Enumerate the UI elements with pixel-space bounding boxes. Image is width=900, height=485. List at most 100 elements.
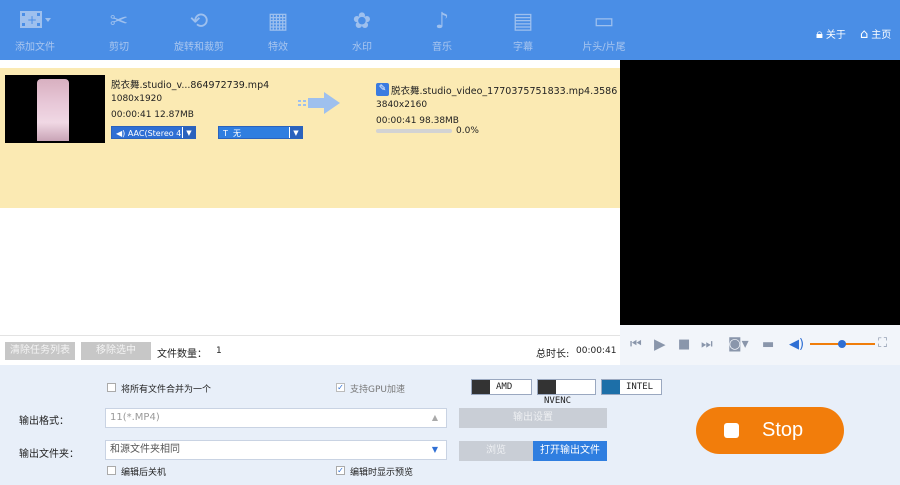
shutdown-after-label: 编辑后关机 — [121, 468, 167, 478]
subtitle-button[interactable]: ▤ 字幕 — [488, 8, 558, 58]
output-resolution: 3840x2160 — [376, 100, 428, 110]
stop-label: Stop — [762, 419, 804, 441]
effects-icon: ▦ — [267, 9, 289, 34]
convert-arrow-icon — [298, 92, 340, 114]
cut-button[interactable]: ✂ 剪切 — [84, 8, 154, 58]
home-icon: ⌂ — [860, 27, 869, 42]
skip-forward-icon[interactable]: ⏭ — [701, 338, 713, 352]
stop-square-icon — [724, 423, 739, 438]
open-output-folder-button[interactable]: 打开输出文件 — [533, 441, 607, 461]
play-icon[interactable]: ▶ — [654, 337, 666, 352]
watermark-button[interactable]: ✿ 水印 — [327, 8, 397, 58]
edit-output-icon[interactable]: ✎ — [376, 83, 389, 96]
clear-task-list-button[interactable]: 清除任务列表 — [5, 342, 75, 360]
gpu-accel-label: 支持GPU加速 — [350, 385, 405, 395]
output-duration-size: 00:00:41 98.38MB — [376, 116, 459, 126]
chevron-up-icon: ▲ — [431, 413, 438, 422]
subtitle-track-select[interactable]: T 无 ▼ — [218, 126, 303, 139]
task-row[interactable]: 脱衣舞.studio_v...864972739.mp4 1080x1920 0… — [0, 68, 620, 208]
main-toolbar: + 添加文件 ✂ 剪切 ⟲ 旋转和裁剪 ▦ 特效 ✿ 水印 ♪ 音乐 ▤ 字幕 … — [0, 0, 900, 60]
watermark-icon: ✿ — [352, 9, 372, 34]
output-format-value: 11(*.MP4) — [110, 412, 160, 423]
about-label: 关于 — [825, 30, 846, 41]
rotate-crop-label: 旋转和裁剪 — [174, 42, 224, 53]
file-count-value: 1 — [216, 346, 222, 356]
file-count-label: 文件数量： — [157, 349, 207, 360]
task-list: 脱衣舞.studio_v...864972739.mp4 1080x1920 0… — [0, 60, 620, 335]
effects-label: 特效 — [268, 42, 288, 53]
lock-icon: 🔒︎ — [816, 27, 823, 42]
merge-files-checkbox[interactable] — [107, 383, 116, 392]
progress-percent: 0.0% — [456, 126, 479, 136]
show-preview-checkbox[interactable]: ✓ — [336, 466, 345, 475]
home-link[interactable]: ⌂ 主页 — [860, 26, 891, 42]
gpu-intel-label: INTEL — [626, 382, 654, 392]
output-folder-label: 输出文件夹： — [19, 449, 79, 460]
subtitle-track-value: 无 — [232, 129, 241, 138]
chevron-down-icon: ▼ — [289, 127, 302, 138]
remove-selected-button[interactable]: 移除选中 — [81, 342, 151, 360]
intro-outro-label: 片头/片尾 — [582, 42, 626, 53]
source-resolution: 1080x1920 — [111, 94, 163, 104]
skip-back-icon[interactable]: ⏮ — [630, 338, 642, 352]
nvidia-logo-icon — [538, 380, 556, 394]
effects-button[interactable]: ▦ 特效 — [243, 8, 313, 58]
svg-text:+: + — [27, 13, 37, 27]
output-settings-button[interactable]: 输出设置 — [459, 408, 607, 428]
add-file-button[interactable]: + 添加文件 — [0, 8, 70, 58]
cut-label: 剪切 — [109, 42, 129, 53]
video-preview — [620, 60, 900, 325]
gpu-intel-option[interactable]: INTEL — [601, 379, 662, 395]
gpu-nvenc-option[interactable]: NVENC — [537, 379, 596, 406]
merge-files-label: 将所有文件合并为一个 — [121, 385, 212, 395]
progress-bar — [376, 129, 452, 133]
about-link[interactable]: 🔒︎ 关于 — [816, 26, 846, 42]
camera-icon[interactable]: ◙▾ — [728, 337, 749, 351]
amd-logo-icon — [472, 380, 490, 394]
audio-track-select[interactable]: ◀) AAC(Stereo 4 ▼ — [111, 126, 196, 139]
gpu-nvenc-label: NVENC — [544, 396, 572, 406]
gpu-amd-option[interactable]: AMD — [471, 379, 532, 395]
fullscreen-icon[interactable]: ⛶ — [878, 337, 887, 351]
add-file-label: 添加文件 — [15, 42, 55, 53]
status-bar: 清除任务列表 移除选中 文件数量： 1 总时长: 00:00:41 — [0, 335, 620, 365]
music-label: 音乐 — [432, 42, 452, 53]
output-format-select[interactable]: 11(*.MP4) ▲ — [105, 408, 447, 428]
volume-icon[interactable]: ◀) — [789, 338, 804, 352]
total-duration-value: 00:00:41 — [576, 346, 617, 356]
intro-outro-icon: ▭ — [593, 9, 615, 34]
intel-logo-icon — [602, 380, 620, 394]
chevron-down-icon: ▼ — [182, 127, 195, 138]
watermark-label: 水印 — [352, 42, 372, 53]
film-add-icon: + — [0, 8, 70, 36]
source-duration-size: 00:00:41 12.87MB — [111, 110, 194, 120]
gpu-amd-label: AMD — [496, 382, 513, 392]
gpu-accel-checkbox[interactable]: ✓ — [336, 383, 345, 392]
subtitle-t-icon: T — [223, 129, 228, 138]
stop-button[interactable]: Stop — [696, 407, 844, 454]
rotate-crop-icon: ⟲ — [189, 9, 209, 34]
audio-track-value: AAC(Stereo 4 — [127, 129, 182, 138]
show-preview-label: 编辑时显示预览 — [350, 468, 414, 478]
scissors-icon: ✂ — [109, 9, 129, 34]
output-filename: 脱衣舞.studio_video_1770375751833.mp4.3586 — [391, 86, 618, 97]
speaker-icon: ◀) — [116, 129, 126, 138]
output-folder-select[interactable]: 和源文件夹相同 ▼ — [105, 440, 447, 460]
intro-outro-button[interactable]: ▭ 片头/片尾 — [569, 8, 639, 58]
video-thumbnail — [5, 75, 105, 143]
subtitle-label: 字幕 — [513, 42, 533, 53]
output-folder-value: 和源文件夹相同 — [110, 444, 180, 455]
subtitle-icon: ▤ — [512, 9, 534, 34]
folder-icon[interactable]: ▬ — [762, 338, 774, 352]
source-filename: 脱衣舞.studio_v...864972739.mp4 — [111, 80, 270, 91]
stop-icon[interactable]: ■ — [678, 338, 690, 352]
shutdown-after-checkbox[interactable] — [107, 466, 116, 475]
music-icon: ♪ — [434, 9, 450, 34]
browse-button[interactable]: 浏览 — [459, 441, 533, 461]
home-label: 主页 — [871, 30, 892, 41]
volume-slider-handle[interactable] — [838, 340, 846, 348]
music-button[interactable]: ♪ 音乐 — [407, 8, 477, 58]
chevron-down-icon: ▼ — [431, 445, 438, 454]
output-format-label: 输出格式： — [19, 416, 69, 427]
rotate-crop-button[interactable]: ⟲ 旋转和裁剪 — [164, 8, 234, 58]
